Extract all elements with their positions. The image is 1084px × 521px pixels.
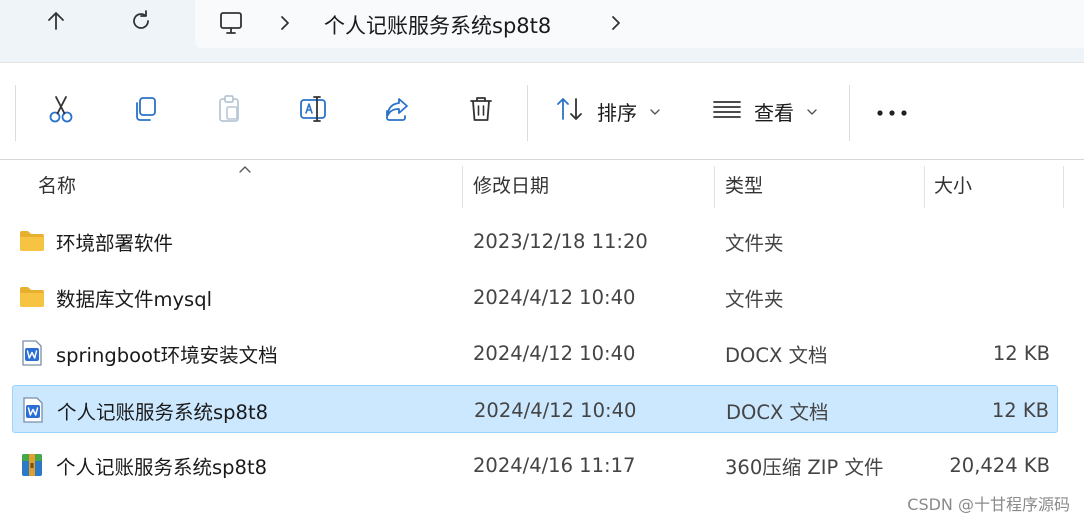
view-button[interactable]: 查看 — [712, 91, 818, 131]
watermark: CSDN @十甘程序源码 — [907, 495, 1070, 514]
file-row[interactable]: 个人记账服务系统sp8t8 2024/4/12 10:40 DOCX 文档 12 KB — [12, 385, 1058, 433]
up-button[interactable] — [36, 6, 76, 40]
column-name-label: 名称 — [38, 174, 77, 197]
file-name-cell[interactable]: 个人记账服务系统sp8t8 — [19, 386, 268, 434]
rename-button[interactable] — [293, 91, 333, 131]
copy-icon — [131, 95, 159, 127]
more-options-button[interactable] — [872, 91, 912, 131]
view-label: 查看 — [754, 100, 794, 125]
file-row[interactable]: springboot环境安装文档 2024/4/12 10:40 DOCX 文档 12… — [12, 329, 1058, 377]
chevron-right-icon[interactable] — [608, 12, 624, 34]
sort-button[interactable]: 排序 — [555, 91, 661, 131]
divider — [849, 85, 850, 141]
file-type: DOCX 文档 — [726, 400, 829, 424]
folder-icon — [18, 227, 46, 255]
column-divider[interactable] — [462, 166, 463, 208]
command-bar: 排序 查看 — [0, 62, 1084, 160]
file-size: 12 KB — [992, 341, 1050, 365]
share-icon — [383, 95, 411, 127]
address-strip: 个人记账服务系统sp8t8 — [0, 0, 1084, 62]
this-pc-icon — [217, 9, 245, 41]
delete-button[interactable] — [461, 91, 501, 131]
file-type: 文件夹 — [725, 287, 784, 311]
file-date: 2024/4/12 10:40 — [473, 285, 636, 309]
clipboard-icon — [215, 94, 243, 128]
column-divider[interactable] — [924, 166, 925, 208]
rename-icon — [298, 95, 328, 127]
file-size: 12 KB — [991, 398, 1049, 422]
sort-arrows-icon — [555, 96, 585, 126]
file-type: 文件夹 — [725, 231, 784, 255]
chevron-right-icon[interactable] — [277, 12, 293, 34]
file-date: 2024/4/12 10:40 — [474, 398, 637, 422]
more-icon — [876, 102, 908, 121]
file-name-cell[interactable]: 数据库文件mysql — [18, 273, 212, 321]
column-divider[interactable] — [714, 166, 715, 208]
column-divider[interactable] — [1063, 166, 1064, 208]
refresh-icon — [129, 9, 153, 37]
divider — [15, 85, 16, 141]
file-size: 20,424 KB — [949, 453, 1050, 477]
file-row[interactable]: 环境部署软件 2023/12/18 11:20 文件夹 — [12, 217, 1058, 265]
address-bar[interactable]: 个人记账服务系统sp8t8 — [195, 0, 1084, 48]
column-size-label: 大小 — [934, 174, 973, 197]
file-explorer-window: 个人记账服务系统sp8t8 排序 查看 名称 修改日期 类型 大小 环境部署软件… — [0, 0, 1084, 521]
file-date: 2024/4/16 11:17 — [473, 453, 636, 477]
file-type: DOCX 文档 — [725, 343, 828, 367]
folder-icon — [18, 283, 46, 311]
file-date: 2024/4/12 10:40 — [473, 341, 636, 365]
cut-button[interactable] — [41, 91, 81, 131]
file-name: 数据库文件mysql — [56, 287, 212, 311]
docx-icon — [18, 339, 46, 367]
zip-archive-icon — [18, 451, 46, 479]
column-date[interactable]: 修改日期 — [473, 160, 711, 208]
file-name: 个人记账服务系统sp8t8 — [57, 400, 268, 424]
view-lines-icon — [712, 97, 742, 125]
file-row[interactable]: 个人记账服务系统sp8t8 2024/4/16 11:17 360压缩 ZIP 文件… — [12, 441, 1058, 489]
file-type: 360压缩 ZIP 文件 — [725, 455, 884, 479]
file-name: 环境部署软件 — [56, 231, 174, 255]
arrow-up-icon — [45, 10, 67, 36]
file-name: 个人记账服务系统sp8t8 — [56, 455, 267, 479]
file-name-cell[interactable]: 环境部署软件 — [18, 217, 173, 265]
column-type-label: 类型 — [725, 174, 764, 197]
chevron-down-icon — [806, 102, 818, 121]
copy-button[interactable] — [125, 91, 165, 131]
column-header: 名称 修改日期 类型 大小 — [0, 160, 1084, 208]
file-name-cell[interactable]: 个人记账服务系统sp8t8 — [18, 441, 267, 489]
sort-label: 排序 — [597, 100, 637, 125]
paste-button[interactable] — [209, 91, 249, 131]
column-type[interactable]: 类型 — [725, 160, 921, 208]
trash-icon — [468, 95, 494, 127]
share-button[interactable] — [377, 91, 417, 131]
scissors-icon — [47, 94, 75, 128]
docx-icon — [19, 396, 47, 424]
chevron-down-icon — [649, 102, 661, 121]
divider — [527, 85, 528, 141]
breadcrumb-current[interactable]: 个人记账服务系统sp8t8 — [324, 10, 551, 40]
file-date: 2023/12/18 11:20 — [473, 229, 648, 253]
column-date-label: 修改日期 — [473, 174, 550, 197]
column-size[interactable]: 大小 — [934, 160, 1060, 208]
file-name: springboot环境安装文档 — [56, 343, 278, 367]
column-name[interactable]: 名称 — [38, 160, 458, 208]
file-row[interactable]: 数据库文件mysql 2024/4/12 10:40 文件夹 — [12, 273, 1058, 321]
refresh-button[interactable] — [121, 6, 161, 40]
file-name-cell[interactable]: springboot环境安装文档 — [18, 329, 278, 377]
